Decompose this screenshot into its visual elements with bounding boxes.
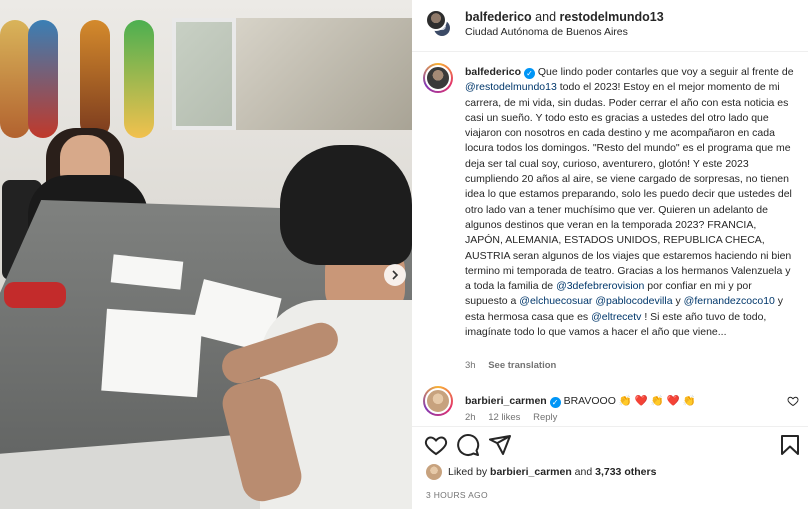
comment-icon[interactable]	[456, 433, 480, 457]
mention-link[interactable]: @restodelmundo13	[465, 81, 557, 93]
share-icon[interactable]	[488, 433, 512, 457]
coauthor-username-link[interactable]: restodelmundo13	[560, 10, 664, 24]
post-timestamp[interactable]: 3 HOURS AGO	[426, 490, 488, 500]
photo-skateboard	[124, 20, 154, 138]
post-actions-bar	[412, 426, 808, 462]
photo-window-pane	[232, 18, 412, 130]
caption-meta: 3h See translation	[465, 360, 566, 371]
likes-count-link[interactable]: 3,733 others	[595, 466, 656, 478]
caption-segment: todo el 2023! Estoy en el mejor momento …	[465, 81, 792, 293]
caption-time: 3h	[465, 360, 476, 371]
verified-badge-icon: ✓	[523, 68, 535, 79]
post-details-panel: balfederico and restodelmundo13 Ciudad A…	[412, 0, 808, 509]
caption-username-link[interactable]: balfederico	[465, 66, 521, 78]
photo-person2-cap	[280, 145, 412, 265]
mention-link[interactable]: @fernandezcoco10	[684, 295, 775, 307]
caption-text: balfederico ✓ Que lindo poder contarles …	[465, 65, 795, 340]
caption-section: balfederico ✓ Que lindo poder contarles …	[412, 53, 808, 425]
liked-by-prefix: Liked by	[448, 466, 488, 478]
post-photo[interactable]	[0, 0, 412, 509]
mention-link[interactable]: @eltrecetv	[591, 311, 641, 323]
next-photo-button[interactable]	[384, 264, 406, 286]
comment-like-heart-icon[interactable]	[787, 395, 799, 407]
caption-segment: Que lindo poder contarles que voy a segu…	[537, 66, 794, 78]
comment-reply-button[interactable]: Reply	[533, 412, 557, 423]
comment-item: barbieri_carmen ✓ BRAVOOO 👏 ❤️ 👏 ❤️ 👏 2h…	[412, 383, 808, 425]
liked-by-and: and	[574, 466, 593, 478]
comment-likes-link[interactable]: 12 likes	[488, 412, 520, 423]
comment-time: 2h	[465, 412, 476, 423]
mention-link[interactable]: @elchuecosuar	[519, 295, 592, 307]
post-authors: balfederico and restodelmundo13	[465, 10, 664, 24]
avatar[interactable]	[423, 63, 453, 93]
caption-segment: y	[672, 295, 684, 308]
comment-body: BRAVOOO 👏 ❤️ 👏 ❤️ 👏	[563, 395, 696, 407]
post-header: balfederico and restodelmundo13 Ciudad A…	[412, 0, 808, 52]
heart-icon[interactable]	[424, 433, 448, 457]
bookmark-icon[interactable]	[778, 433, 802, 457]
chevron-right-icon	[392, 270, 399, 280]
avatar[interactable]	[426, 464, 442, 480]
avatar[interactable]	[423, 386, 453, 416]
verified-badge-icon: ✓	[549, 397, 561, 408]
comment-meta: 2h 12 likes Reply	[465, 412, 567, 423]
mention-link[interactable]: @pablocodevilla	[595, 295, 672, 307]
see-translation-link[interactable]: See translation	[488, 360, 556, 371]
photo-paper	[101, 308, 203, 398]
liked-by-username-link[interactable]: barbieri_carmen	[490, 466, 572, 478]
photo-skateboard	[28, 20, 58, 138]
location-link[interactable]: Ciudad Autónoma de Buenos Aires	[465, 26, 628, 38]
photo-skateboard	[80, 20, 110, 138]
author-username-link[interactable]: balfederico	[465, 10, 532, 24]
mention-link[interactable]: @3defebrerovision	[556, 280, 644, 292]
and-text: and	[535, 10, 557, 24]
photo-guitar	[4, 282, 66, 308]
photo-skateboard	[0, 20, 30, 138]
liked-by-summary: Liked by barbieri_carmen and 3,733 other…	[426, 464, 656, 480]
comment-username-link[interactable]: barbieri_carmen	[465, 395, 547, 407]
comment-text: barbieri_carmen ✓ BRAVOOO 👏 ❤️ 👏 ❤️ 👏	[465, 394, 696, 408]
avatar[interactable]	[425, 9, 447, 31]
